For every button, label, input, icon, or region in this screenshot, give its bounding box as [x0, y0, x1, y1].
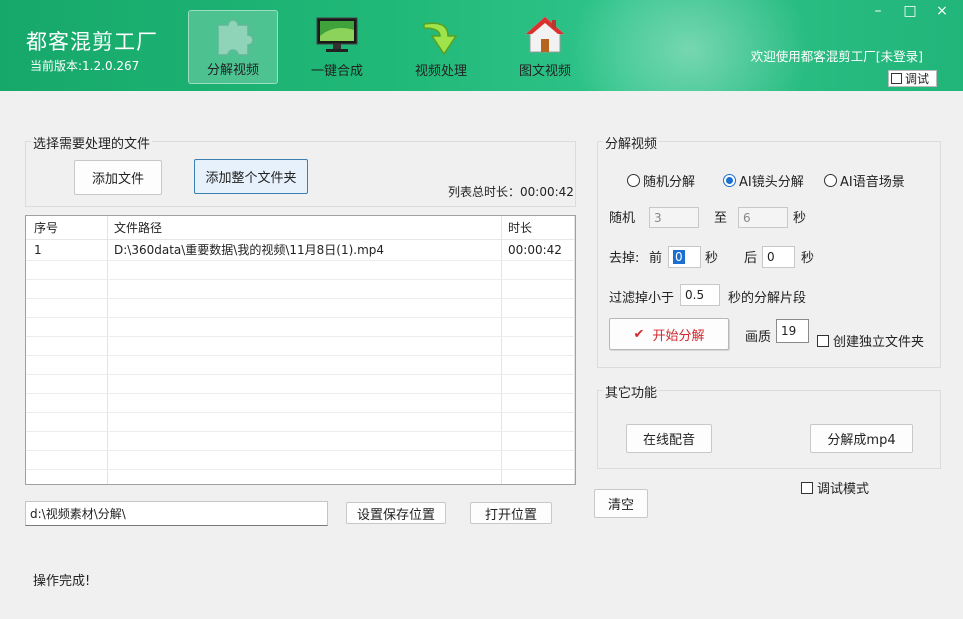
split-to-mp4-button[interactable]: 分解成mp4 — [810, 424, 913, 453]
debug-mode-checkbox[interactable]: 调试模式 — [801, 478, 869, 497]
debug-mode-label: 调试模式 — [817, 482, 870, 497]
row-path: D:\360data\重要数据\我的视频\11月8日(1).mp4 — [114, 243, 385, 257]
quality-input[interactable]: 19 — [776, 319, 809, 343]
to-label: 至 — [714, 211, 728, 226]
clear-button[interactable]: 清空 — [594, 489, 648, 518]
table-header: 序号 文件路径 时长 — [26, 216, 575, 240]
quality-label: 画质 — [745, 330, 772, 345]
green-arrow-icon — [423, 22, 458, 56]
radio-icon — [627, 174, 640, 187]
row-line — [26, 355, 575, 356]
checkbox-icon — [817, 334, 829, 347]
row-line — [26, 336, 575, 337]
close-button[interactable]: × — [932, 3, 952, 19]
welcome-text: 欢迎使用都客混剪工厂[未登录] — [750, 49, 923, 64]
tab-image-text-video[interactable]: 图文视频 — [500, 10, 590, 84]
seconds-label: 秒 — [705, 251, 719, 266]
title-bar: 都客混剪工厂 当前版本:1.2.0.267 分解视频 一键合成 视频处理 图文视… — [0, 0, 963, 91]
puzzle-icon — [217, 19, 254, 56]
start-split-button[interactable]: ✔ 开始分解 — [609, 318, 729, 350]
debug-checkbox[interactable]: 调试 — [888, 70, 937, 87]
row-line — [26, 279, 575, 280]
add-file-button[interactable]: 添加文件 — [74, 160, 162, 195]
seconds-label: 秒 — [801, 251, 815, 266]
row-line — [26, 393, 575, 394]
radio-icon — [824, 174, 837, 187]
maximize-button[interactable]: □ — [900, 3, 920, 19]
app-version: 当前版本:1.2.0.267 — [30, 59, 140, 73]
radio-random-split[interactable]: 随机分解 — [627, 171, 695, 190]
trim-front-value: 0 — [673, 250, 685, 264]
row-line — [26, 469, 575, 470]
column-header-duration[interactable]: 时长 — [502, 219, 532, 238]
filter-label: 过滤掉小于 — [609, 291, 675, 306]
seconds-label: 秒 — [793, 211, 807, 226]
radio-label: 随机分解 — [643, 175, 696, 190]
trim-front-input[interactable]: 0 — [668, 246, 701, 268]
monitor-icon — [316, 17, 358, 52]
trim-label: 去掉: — [609, 251, 640, 266]
create-folder-label: 创建独立文件夹 — [833, 335, 925, 350]
tab-label: 视频处理 — [414, 64, 467, 79]
status-text: 操作完成! — [33, 574, 91, 589]
file-select-title: 选择需要处理的文件 — [31, 133, 153, 152]
trim-back-input[interactable]: 0 — [762, 246, 795, 268]
row-line — [26, 431, 575, 432]
file-table[interactable]: 序号 文件路径 时长 1 D:\360data\重要数据\我的视频\11月8日(… — [25, 215, 576, 485]
radio-selected-icon — [723, 174, 736, 187]
radio-ai-shot-split[interactable]: AI镜头分解 — [723, 171, 804, 190]
output-path-input[interactable]: d:\视频素材\分解\ — [25, 501, 328, 526]
tab-label: 分解视频 — [206, 63, 259, 78]
app-title: 都客混剪工厂 — [26, 30, 158, 54]
back-label: 后 — [744, 251, 758, 266]
tab-label: 图文视频 — [518, 64, 571, 79]
front-label: 前 — [649, 251, 663, 266]
row-line — [26, 450, 575, 451]
open-location-button[interactable]: 打开位置 — [470, 502, 552, 524]
checkmark-icon: ✔ — [633, 326, 645, 342]
checkbox-icon — [801, 481, 813, 494]
debug-label: 调试 — [905, 72, 930, 86]
online-dubbing-button[interactable]: 在线配音 — [626, 424, 712, 453]
row-line — [26, 412, 575, 413]
radio-label: AI语音场景 — [840, 175, 905, 190]
column-header-index[interactable]: 序号 — [28, 219, 58, 238]
split-video-title: 分解视频 — [603, 133, 660, 152]
row-index: 1 — [34, 243, 42, 257]
radio-label: AI镜头分解 — [739, 175, 804, 190]
tab-split-video[interactable]: 分解视频 — [188, 10, 278, 84]
filter-min-input[interactable]: 0.5 — [680, 284, 720, 306]
tab-video-process[interactable]: 视频处理 — [396, 10, 486, 84]
other-functions-title: 其它功能 — [603, 382, 660, 401]
row-line — [26, 298, 575, 299]
random-to-input[interactable]: 6 — [738, 207, 788, 228]
row-duration: 00:00:42 — [508, 243, 562, 257]
radio-ai-voice-scene[interactable]: AI语音场景 — [824, 171, 905, 190]
column-header-path[interactable]: 文件路径 — [108, 219, 162, 238]
row-line — [26, 317, 575, 318]
total-duration: 列表总时长：00:00:42 — [448, 185, 574, 199]
set-save-location-button[interactable]: 设置保存位置 — [346, 502, 446, 524]
row-line — [26, 260, 575, 261]
checkbox-icon — [891, 73, 902, 84]
create-folder-checkbox[interactable]: 创建独立文件夹 — [817, 331, 924, 350]
column-divider — [574, 216, 575, 484]
tab-label: 一键合成 — [310, 64, 363, 79]
minimize-button[interactable]: – — [868, 3, 888, 19]
house-icon — [524, 16, 566, 53]
row-line — [26, 374, 575, 375]
filter-suffix-label: 秒的分解片段 — [728, 291, 807, 306]
random-label: 随机 — [609, 211, 636, 226]
start-split-label: 开始分解 — [652, 328, 705, 344]
random-from-input[interactable]: 3 — [649, 207, 699, 228]
add-folder-button[interactable]: 添加整个文件夹 — [194, 159, 308, 194]
tab-one-click-compose[interactable]: 一键合成 — [292, 10, 382, 84]
